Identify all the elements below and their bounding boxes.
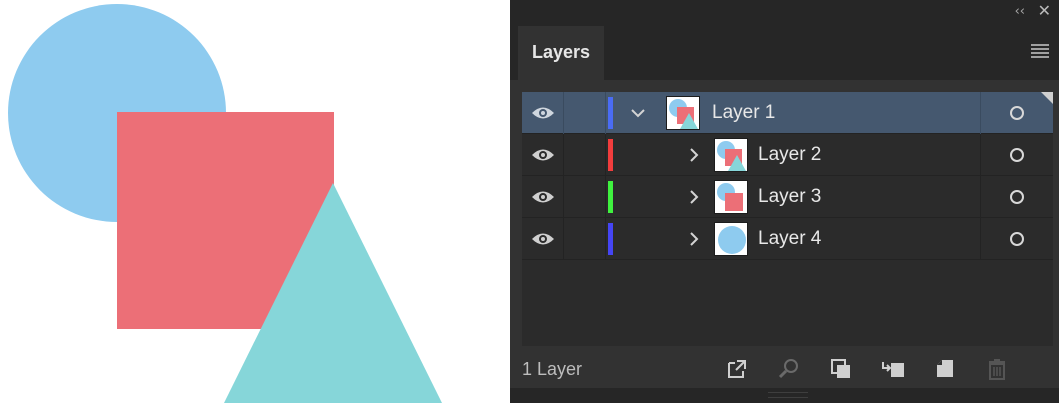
panel-resize-strip[interactable] xyxy=(510,388,1059,403)
chevron-right-icon[interactable] xyxy=(684,187,704,207)
visibility-toggle[interactable] xyxy=(522,134,564,176)
chevron-right-icon[interactable] xyxy=(684,145,704,165)
chevron-right-icon[interactable] xyxy=(684,229,704,249)
panel-title-bar: ‹‹ ✕ xyxy=(510,0,1059,26)
layer-count-label: 1 Layer xyxy=(522,359,583,379)
target-circle-icon xyxy=(1010,190,1024,204)
panel-footer: 1 Layer xyxy=(510,346,1059,388)
lock-toggle[interactable] xyxy=(564,218,606,260)
locate-object-icon[interactable] xyxy=(776,356,802,382)
target-toggle[interactable] xyxy=(980,134,1053,176)
layer-row-layer-1[interactable]: Layer 1 xyxy=(522,92,1053,134)
eye-icon xyxy=(531,107,554,119)
layer-thumbnail xyxy=(714,138,748,172)
layer-name: Layer 2 xyxy=(758,144,822,165)
trash-icon[interactable] xyxy=(984,356,1010,382)
layer-color-bar xyxy=(608,223,613,255)
eye-icon xyxy=(531,233,554,245)
layer-name: Layer 4 xyxy=(758,228,822,249)
layers-list: Layer 1 Layer 2 Layer 3 Layer 4 xyxy=(522,92,1053,346)
visibility-toggle[interactable] xyxy=(522,176,564,218)
layers-panel: ‹‹ ✕ Layers Layer 1 Layer 2 Layer 3 Laye… xyxy=(510,0,1059,403)
clipping-mask-icon[interactable] xyxy=(828,356,854,382)
target-toggle[interactable] xyxy=(980,218,1053,260)
layer-name: Layer 1 xyxy=(712,102,776,123)
layer-row-layer-4[interactable]: Layer 4 xyxy=(522,218,1053,260)
visibility-toggle[interactable] xyxy=(522,92,564,134)
target-circle-icon xyxy=(1010,106,1024,120)
artboard[interactable] xyxy=(0,0,505,403)
teal-triangle-shape[interactable] xyxy=(224,183,442,403)
target-circle-icon xyxy=(1010,232,1024,246)
layer-name: Layer 3 xyxy=(758,186,822,207)
layer-color-bar xyxy=(608,181,613,213)
close-icon[interactable]: ✕ xyxy=(1038,2,1051,20)
layer-thumbnail xyxy=(714,180,748,214)
layer-row-layer-3[interactable]: Layer 3 xyxy=(522,176,1053,218)
new-sublayer-icon[interactable] xyxy=(880,356,906,382)
lock-toggle[interactable] xyxy=(564,134,606,176)
target-circle-icon xyxy=(1010,148,1024,162)
collapse-panel-icon[interactable]: ‹‹ xyxy=(1015,4,1025,20)
layer-color-bar xyxy=(608,97,613,129)
eye-icon xyxy=(531,191,554,203)
layer-color-bar xyxy=(608,139,613,171)
selection-indicator xyxy=(1041,92,1053,104)
panel-menu-icon[interactable] xyxy=(1031,44,1049,58)
chevron-down-icon[interactable] xyxy=(628,103,648,123)
target-toggle[interactable] xyxy=(980,176,1053,218)
layer-thumbnail xyxy=(714,222,748,256)
layer-thumbnail xyxy=(666,96,700,130)
export-icon[interactable] xyxy=(724,356,750,382)
lock-toggle[interactable] xyxy=(564,92,606,134)
new-layer-icon[interactable] xyxy=(932,356,958,382)
lock-toggle[interactable] xyxy=(564,176,606,218)
resize-grip[interactable] xyxy=(768,392,808,398)
eye-icon xyxy=(531,149,554,161)
layer-row-layer-2[interactable]: Layer 2 xyxy=(522,134,1053,176)
tab-layers[interactable]: Layers xyxy=(518,26,604,80)
visibility-toggle[interactable] xyxy=(522,218,564,260)
panel-tab-bar: Layers xyxy=(510,26,1059,80)
